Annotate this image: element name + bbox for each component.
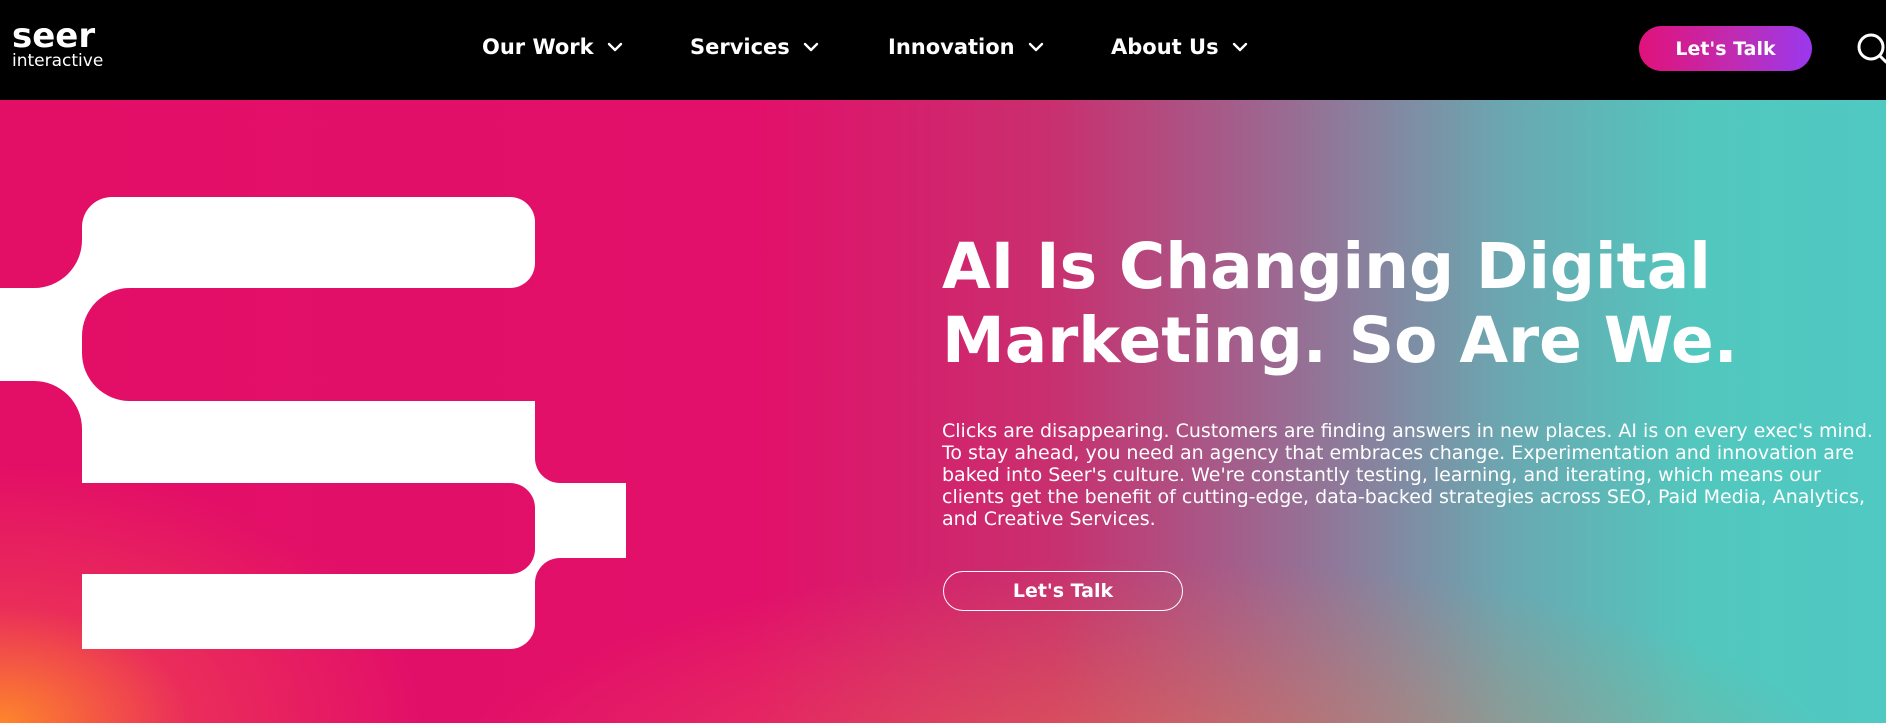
- seer-interactive-logo[interactable]: seer interactive: [12, 16, 104, 71]
- hero-body-text: Clicks are disappearing. Customers are f…: [942, 420, 1873, 530]
- logo-subtitle: interactive: [12, 51, 104, 71]
- nav-item-label: Services: [690, 35, 790, 59]
- nav-item-label: Our Work: [482, 35, 594, 59]
- hero-section: AI Is Changing Digital Marketing. So Are…: [0, 100, 1886, 723]
- nav-item-label: About Us: [1111, 35, 1219, 59]
- hero-headline-line-1: AI Is Changing Digital: [942, 230, 1711, 303]
- nav-item-services[interactable]: Services: [690, 32, 820, 62]
- chevron-down-icon: [606, 41, 624, 53]
- search-icon[interactable]: [1854, 32, 1886, 66]
- chevron-down-icon: [1027, 41, 1045, 53]
- logo-wordmark: seer: [12, 16, 96, 56]
- hero-headline-line-2: Marketing. So Are We.: [942, 304, 1738, 377]
- nav-item-innovation[interactable]: Innovation: [888, 32, 1045, 62]
- nav-item-label: Innovation: [888, 35, 1015, 59]
- top-navigation-bar: seer interactive Our Work Services Innov…: [0, 0, 1886, 100]
- chevron-down-icon: [1231, 41, 1249, 53]
- lets-talk-hero-button[interactable]: Let's Talk: [943, 571, 1183, 611]
- lets-talk-nav-button[interactable]: Let's Talk: [1639, 26, 1812, 71]
- seer-s-mark-graphic: [0, 197, 626, 649]
- nav-item-our-work[interactable]: Our Work: [482, 32, 624, 62]
- chevron-down-icon: [802, 41, 820, 53]
- hero-headline: AI Is Changing Digital Marketing. So Are…: [942, 230, 1742, 378]
- nav-item-about-us[interactable]: About Us: [1111, 32, 1249, 62]
